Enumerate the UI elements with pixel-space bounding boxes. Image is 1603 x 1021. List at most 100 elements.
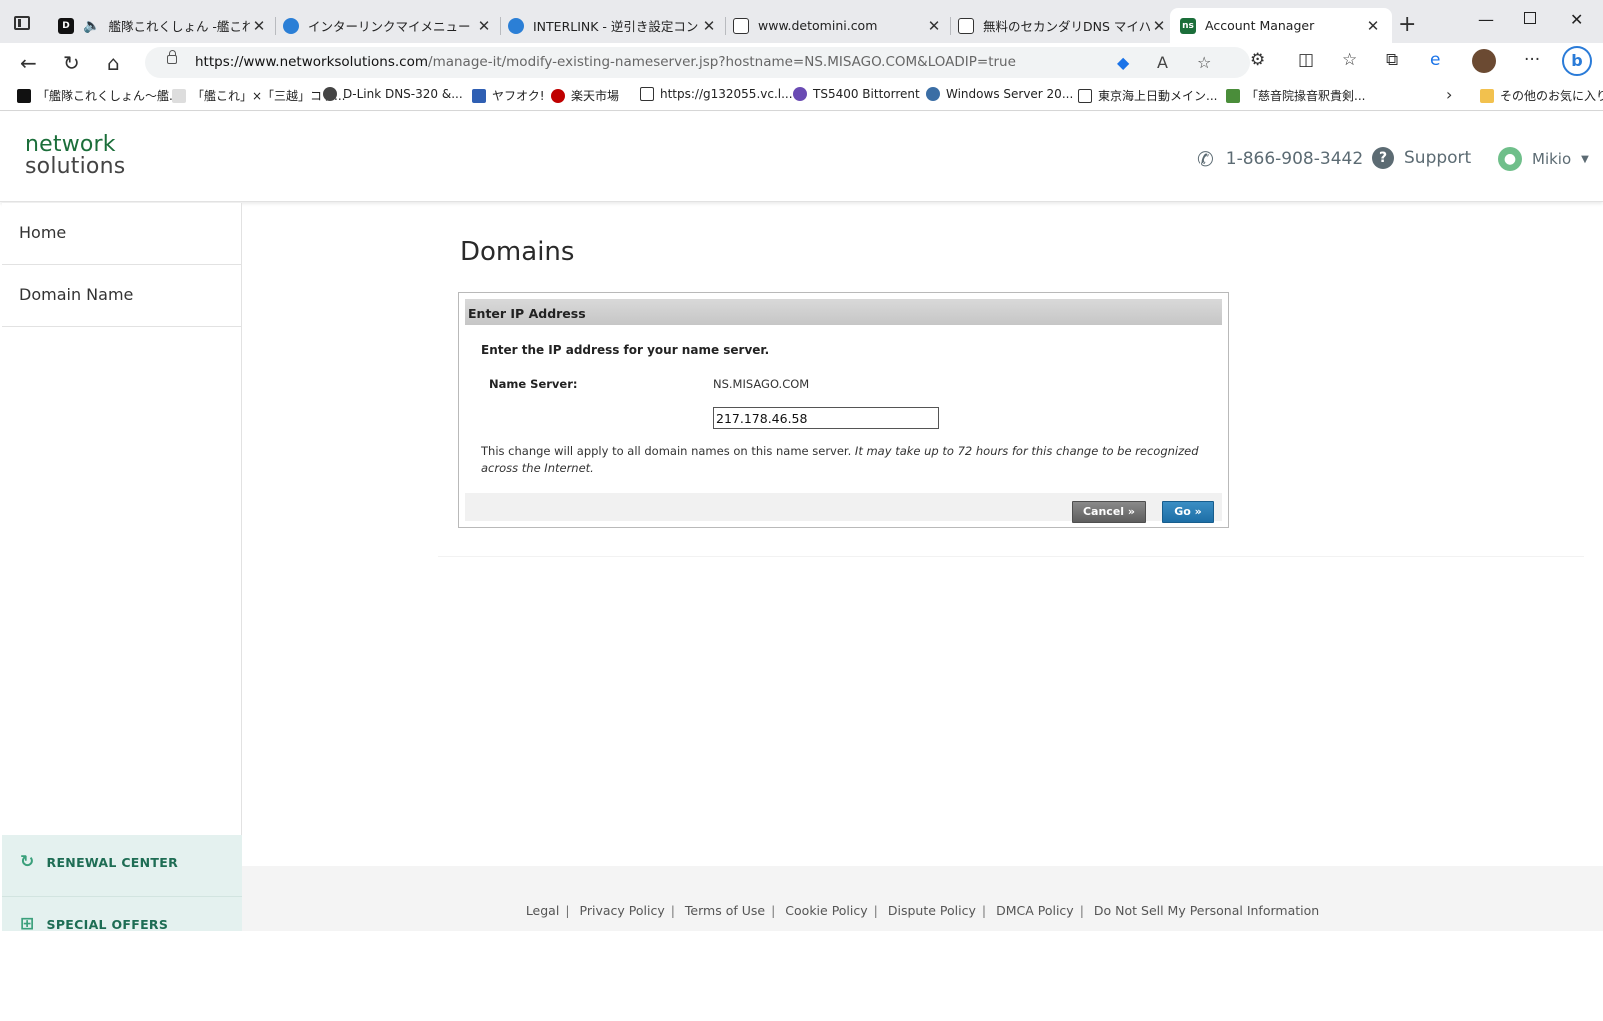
bookmark-item[interactable]: 「慈音院掾音釈貴剣...: [1226, 87, 1365, 104]
extensions-icon[interactable]: ⚙: [1250, 50, 1265, 70]
network-solutions-logo[interactable]: network solutions: [25, 134, 125, 178]
torrent-icon: [793, 87, 807, 101]
refresh-icon: ↻: [20, 852, 35, 872]
close-tab-icon[interactable]: ✕: [1150, 17, 1168, 35]
support-link[interactable]: ? Support: [1372, 147, 1471, 169]
bookmark-item[interactable]: TS5400 Bittorrent: [793, 87, 920, 101]
user-avatar-icon: ●: [1498, 147, 1522, 171]
split-screen-icon[interactable]: ◫: [1298, 50, 1314, 70]
profile-avatar[interactable]: [1472, 49, 1496, 73]
dmm-icon: [17, 88, 31, 103]
bookmark-item[interactable]: D-Link DNS-320 &...: [323, 87, 463, 101]
bookmark-item[interactable]: https://g132055.vc.l...: [640, 87, 793, 101]
gift-icon: ⊞: [20, 914, 35, 934]
footer-link-dispute[interactable]: Dispute Policy: [888, 903, 976, 918]
rakuten-icon: [551, 88, 565, 103]
go-button[interactable]: Go »: [1162, 501, 1214, 523]
browser-tab-active[interactable]: ns Account Manager ✕: [1170, 8, 1392, 43]
page-icon: [733, 17, 749, 34]
site-header: network solutions ✆ 1-866-908-3442 ? Sup…: [0, 112, 1603, 202]
bookmark-item[interactable]: 東京海上日動メイン...: [1078, 87, 1217, 104]
ie-mode-icon[interactable]: e: [1430, 50, 1440, 70]
tag-icon[interactable]: ◆: [1117, 53, 1129, 72]
speaker-icon[interactable]: 🔈: [83, 18, 100, 34]
lock-icon[interactable]: [167, 50, 177, 64]
close-tab-icon[interactable]: ✕: [925, 17, 943, 35]
bookmark-item[interactable]: 「艦これ」×「三越」コラ...: [172, 87, 346, 104]
footer-links: Legal | Privacy Policy | Terms of Use | Coo…: [525, 903, 1320, 918]
tab-title: 艦隊これくしょん -艦これ- -: [108, 19, 250, 34]
browser-tab[interactable]: D 🔈 艦隊これくしょん -艦これ- - ✕: [58, 8, 268, 43]
more-options-icon[interactable]: ···: [1524, 50, 1540, 70]
bookmark-item[interactable]: ヤフオク!: [472, 87, 545, 104]
user-menu[interactable]: ● Mikio ▼: [1498, 147, 1589, 171]
panel-body: Enter the IP address for your name serve…: [465, 325, 1222, 493]
favorites-icon[interactable]: ☆: [1342, 50, 1357, 70]
tab-title: Account Manager: [1205, 18, 1315, 33]
phone-icon: ✆: [1197, 147, 1214, 171]
footer-link-terms[interactable]: Terms of Use: [685, 903, 765, 918]
sidebar-item-home[interactable]: Home: [2, 203, 241, 265]
home-icon[interactable]: ⌂: [107, 51, 120, 75]
close-tab-icon[interactable]: ✕: [475, 17, 493, 35]
chevron-right-icon[interactable]: ›: [1446, 85, 1452, 104]
footer: Legal | Privacy Policy | Terms of Use | Coo…: [242, 866, 1603, 931]
bing-icon[interactable]: b: [1562, 46, 1592, 76]
close-tab-icon[interactable]: ✕: [250, 17, 268, 35]
dlink-icon: [323, 87, 337, 101]
folder-icon: [1480, 88, 1494, 103]
bookmark-item[interactable]: Windows Server 20...: [926, 87, 1073, 101]
sidebar: Home Domain Name ↻ RENEWAL CENTER ⊞ SPEC…: [2, 203, 242, 934]
other-favorites-folder[interactable]: その他のお気に入り: [1480, 87, 1603, 104]
help-icon: ?: [1372, 147, 1394, 169]
footer-link-do-not-sell[interactable]: Do Not Sell My Personal Information: [1094, 903, 1319, 918]
close-tab-icon[interactable]: ✕: [700, 17, 718, 35]
content-divider: [438, 556, 1584, 557]
url-text: https://www.networksolutions.com/manage-…: [195, 54, 1016, 70]
sidebar-item-domain-name[interactable]: Domain Name: [2, 265, 241, 327]
minimize-icon[interactable]: —: [1478, 10, 1494, 29]
page-icon: [172, 88, 186, 103]
browser-tab[interactable]: www.detomini.com ✕: [733, 8, 943, 43]
browser-tab[interactable]: 無料のセカンダリDNS マイハマ ✕: [958, 8, 1168, 43]
dmm-icon: D: [58, 17, 74, 34]
back-icon[interactable]: ←: [20, 51, 37, 75]
collections-icon[interactable]: ⧉: [1386, 50, 1398, 70]
footer-link-privacy[interactable]: Privacy Policy: [580, 903, 665, 918]
browser-tab[interactable]: INTERLINK - 逆引き設定コントロ ✕: [508, 8, 718, 43]
tab-title: INTERLINK - 逆引き設定コントロ: [533, 19, 700, 34]
yahoo-icon: [472, 88, 486, 103]
tab-title: 無料のセカンダリDNS マイハマ: [983, 19, 1150, 34]
read-aloud-icon[interactable]: A: [1157, 53, 1168, 72]
ns-icon: ns: [1180, 17, 1196, 34]
close-tab-icon[interactable]: ✕: [1364, 17, 1382, 35]
page-title: Domains: [460, 237, 575, 267]
ip-address-input[interactable]: [713, 407, 939, 429]
footer-link-legal[interactable]: Legal: [526, 903, 560, 918]
cancel-button[interactable]: Cancel »: [1072, 501, 1146, 523]
footer-link-cookie[interactable]: Cookie Policy: [785, 903, 867, 918]
star-icon[interactable]: ☆: [1197, 53, 1211, 72]
renewal-center-link[interactable]: ↻ RENEWAL CENTER: [2, 835, 242, 897]
interlink-icon: [508, 17, 524, 34]
bookmark-item[interactable]: 楽天市場: [551, 87, 619, 104]
enter-ip-panel: Enter IP Address Enter the IP address fo…: [458, 292, 1229, 528]
tab-actions-icon[interactable]: [14, 16, 30, 30]
footer-link-dmca[interactable]: DMCA Policy: [996, 903, 1074, 918]
new-tab-icon[interactable]: +: [1398, 12, 1416, 37]
panel-heading: Enter IP Address: [465, 299, 1222, 325]
tab-title: インターリンクマイメニュー: [308, 19, 471, 34]
maximize-icon[interactable]: [1524, 12, 1536, 24]
url-field[interactable]: https://www.networksolutions.com/manage-…: [145, 47, 1250, 78]
sidebar-bottom-links: ↻ RENEWAL CENTER ⊞ SPECIAL OFFERS: [2, 835, 242, 934]
name-server-value: NS.MISAGO.COM: [713, 377, 810, 391]
browser-tab[interactable]: インターリンクマイメニュー ✕: [283, 8, 493, 43]
bookmark-item[interactable]: 「艦隊これくしょん〜艦...: [17, 87, 180, 104]
close-window-icon[interactable]: ✕: [1570, 10, 1583, 29]
change-note: This change will apply to all domain nam…: [481, 444, 1199, 475]
phone-link[interactable]: ✆ 1-866-908-3442: [1197, 147, 1363, 171]
tab-title: www.detomini.com: [758, 18, 878, 33]
character-icon: [1226, 88, 1240, 103]
interlink-icon: [283, 17, 299, 34]
reload-icon[interactable]: ↻: [63, 51, 80, 75]
